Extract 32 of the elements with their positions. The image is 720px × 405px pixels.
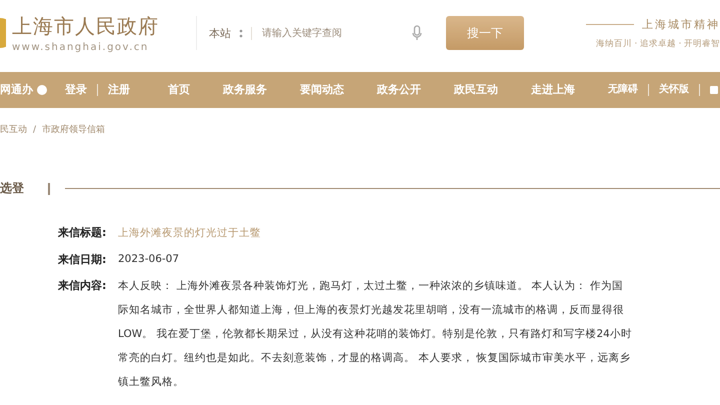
field-value: 2023-06-07	[118, 252, 180, 267]
nav-item[interactable]: 要闻动态	[300, 80, 344, 100]
breadcrumb-separator: /	[33, 124, 36, 134]
scope-dropdown[interactable]: 本站	[209, 26, 231, 40]
portal-link[interactable]: 网通办	[0, 80, 33, 100]
field-value: 上海外滩夜景的灯光过于土鳖	[118, 226, 262, 240]
login-link[interactable]: 登录	[65, 80, 87, 100]
field-label: 来信日期:	[58, 252, 108, 268]
caret-icon[interactable]	[239, 28, 243, 38]
motto-text: 海纳百川 · 追求卓越 · 开明睿智	[596, 38, 720, 50]
search-field[interactable]: 请输入关键字查阅	[251, 26, 384, 40]
breadcrumb-link[interactable]: 民互动	[0, 123, 27, 136]
section-title: 选登	[0, 180, 25, 197]
nav-tool-link[interactable]: 关怀版	[659, 80, 689, 100]
portal-icon	[37, 85, 47, 95]
field-label: 来信内容:	[58, 278, 108, 294]
search-button[interactable]: 搜一下	[446, 16, 524, 50]
nav-item[interactable]: 首页	[168, 80, 190, 100]
nav-item[interactable]: 政务公开	[377, 80, 421, 100]
register-link[interactable]: 注册	[108, 80, 130, 100]
site-url: www.shanghai.gov.cn	[12, 42, 150, 53]
site-name: 上海市人民政府	[12, 13, 159, 40]
field-value: 本人反映： 上海外滩夜景各种装饰灯光，跑马灯，太过土鳖，一种浓浓的乡镇味道。 本人认为： 作为国际知名城市，全世界人都知道上海，但上海的夜景灯光越发花里胡哨，没有一流城市的格调，反而显得很LOW。 我在爱丁堡，伦敦都长期呆过，从没有这种花哨的装饰灯。特别是伦敦，只有路灯和写字楼24小时常亮的白灯。纽约也是如此。不去刻意装饰，才显的格调高。 本人要求， 恢复国际城市审美水平，远离乡镇土鳖风格。	[118, 278, 633, 390]
field-label: 来信标题:	[58, 225, 108, 241]
nav-tool-link[interactable]: 无障碍	[608, 80, 638, 100]
emblem-icon	[0, 18, 6, 48]
motto-title: 上海城市精神	[642, 16, 720, 32]
microphone-icon[interactable]	[412, 25, 422, 41]
nav-item[interactable]: 政务服务	[223, 80, 267, 100]
nav-item[interactable]: 政民互动	[454, 80, 498, 100]
breadcrumb-link[interactable]: 市政府领导信箱	[42, 123, 106, 136]
nav-item[interactable]: 走进上海	[531, 80, 575, 100]
